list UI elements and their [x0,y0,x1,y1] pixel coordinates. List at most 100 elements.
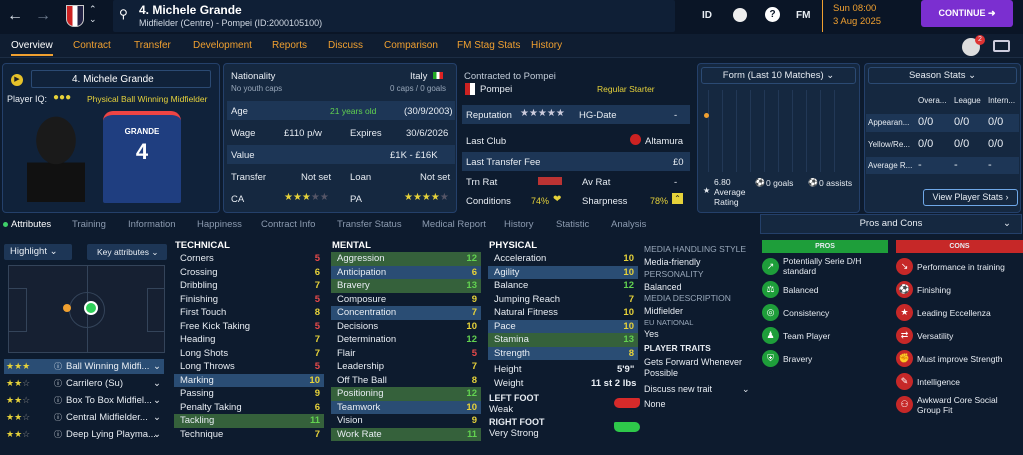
right-foot-label: RIGHT FOOT [489,417,545,427]
chevron-down-icon: ⌄ [153,429,161,440]
highlight-dropdown[interactable]: Highlight ⌄ [4,244,72,260]
tab-contract-info[interactable]: Contract Info [261,219,315,230]
attr-stamina: Stamina 13 [488,333,638,347]
right-foot-value: Very Strong [489,428,539,439]
age: 21 years old [330,106,377,116]
form-dropdown[interactable]: Form (Last 10 Matches) ⌄ [701,67,856,84]
squad-status: Regular Starter [597,84,655,94]
transfer-status: Not set [301,172,332,183]
attr-long-shots: Long Shots 7 [180,347,320,359]
media-style: Media-friendly [644,257,701,267]
ca-stars: ★★★★★ [284,192,329,203]
season-cell: 0/0 [918,116,934,128]
tab-history[interactable]: History [504,219,534,230]
attr-concentration: Concentration 7 [331,306,481,320]
personality-heading: PERSONALITY [644,269,704,279]
player-title: 4. Michele Grande [139,3,242,17]
attr-jumping-reach: Jumping Reach 7 [494,293,634,305]
name-box: 4. Michele Grande [31,70,211,88]
view-player-stats-button[interactable]: View Player Stats › [923,189,1018,206]
attr-crossing: Crossing 6 [180,266,320,278]
tab-medical-report[interactable]: Medical Report [422,219,486,230]
eu-national-heading: EU NATIONAL [644,318,694,327]
season-cell: 0/0 [954,116,970,128]
con-item: Intelligence [917,377,961,387]
season-dropdown[interactable]: Season Stats ⌄ [868,67,1017,84]
pros-cons-header[interactable]: Pros and Cons ⌄ [760,214,1022,234]
attr-vision: Vision 9 [337,415,477,426]
season-cell: 0/0 [988,138,1004,150]
role-row[interactable]: ★★☆ ⓘ Deep Lying Playma... ⌄ [4,427,164,442]
italy-flag-icon [433,72,443,79]
role-row[interactable]: ★★★ ⓘ Ball Winning Midfi... ⌄ [4,359,164,374]
pro-item: Bravery [783,354,813,364]
play-icon[interactable]: ▶ [11,74,23,86]
chevron-down-icon: ⌄ [1003,218,1011,229]
con-item: Awkward Core Social Group Fit [917,395,998,415]
fm-button[interactable]: FM [796,10,810,21]
tab-transfer-status[interactable]: Transfer Status [337,219,402,230]
role-name: Carrilero (Su) [66,378,124,389]
sharpness-up-icon: ⌃ [672,193,683,204]
reputation-label: Reputation [466,110,512,121]
nav-contract[interactable]: Contract [73,40,111,51]
tab-training[interactable]: Training [72,219,106,230]
role-name: Central Midfielder... [66,412,148,423]
tab-happiness[interactable]: Happiness [197,219,242,230]
balance-icon: ⚖ [762,281,779,298]
average-rating-label: Average Rating [714,187,746,207]
role-row[interactable]: ★★☆ ⓘ Box To Box Midfiel... ⌄ [4,393,164,408]
search-box[interactable]: ⚲ 4. Michele Grande Midfielder (Centre) … [113,0,675,32]
left-foot-label: LEFT FOOT [489,393,539,403]
last-club[interactable]: Altamura [645,136,683,147]
kit-icon[interactable] [733,8,747,22]
reputation-stars: ★★★★★ [520,108,565,119]
help-icon[interactable]: ? [765,7,780,22]
chevron-updown-icon[interactable]: ⌃ ⌄ [89,4,97,24]
pros-header: PROS [762,240,888,253]
chevron-down-icon: ⌄ [153,378,161,389]
tab-statistic[interactable]: Statistic [556,219,589,230]
club-name[interactable]: Pompei [480,84,512,95]
media-description-heading: MEDIA DESCRIPTION [644,293,731,303]
attr-dribbling: Dribbling 7 [180,280,320,291]
position-marker-secondary [63,304,71,312]
continue-label: CONTINUE [938,8,986,18]
nav-overview[interactable]: Overview [11,40,53,56]
attr-determination: Determination 12 [337,334,477,345]
nav-reports[interactable]: Reports [272,40,307,51]
discuss-trait-dropdown[interactable]: Discuss new trait ⌄ [644,384,754,394]
role-name: Deep Lying Playma... [66,429,156,440]
forward-icon[interactable]: → [35,7,51,25]
nav-fm-stag-stats[interactable]: FM Stag Stats [457,40,520,51]
nav-comparison[interactable]: Comparison [384,40,438,51]
form-assists: 0 assists [819,178,853,188]
wage: £110 p/w [284,128,322,139]
attr-first-touch: First Touch 8 [180,307,320,318]
date-box[interactable]: Sun 08:00 3 Aug 2025 [822,0,914,32]
nav-discuss[interactable]: Discuss [328,40,363,51]
nav-transfer[interactable]: Transfer [134,40,171,51]
role-row[interactable]: ★★☆ ⓘ Carrilero (Su) ⌄ [4,376,164,391]
highlight-label: Highlight [10,246,47,257]
id-button[interactable]: ID [702,10,712,21]
nationality: Italy [410,71,428,82]
back-icon[interactable]: ← [7,7,23,25]
form-chart [708,90,848,172]
attr-teamwork: Teamwork 10 [331,400,481,414]
attr-off-the-ball: Off The Ball 8 [337,374,477,386]
attr-free-kick-taking: Free Kick Taking 5 [180,320,320,332]
tab-attributes[interactable]: Attributes [11,219,51,230]
nav-development[interactable]: Development [193,40,252,51]
tab-analysis[interactable]: Analysis [611,219,646,230]
search-icon: ⚲ [119,7,128,21]
nav-history[interactable]: History [531,40,562,51]
age-label: Age [231,106,248,117]
key-attributes-dropdown[interactable]: Key attributes ⌄ [87,244,167,260]
tab-information[interactable]: Information [128,219,176,230]
role-row[interactable]: ★★☆ ⓘ Central Midfielder... ⌄ [4,410,164,425]
attr-bravery: Bravery 13 [331,279,481,293]
continue-button[interactable]: CONTINUE ➜ [921,0,1013,27]
monitor-icon[interactable] [993,40,1010,52]
right-boot-icon [614,422,640,432]
